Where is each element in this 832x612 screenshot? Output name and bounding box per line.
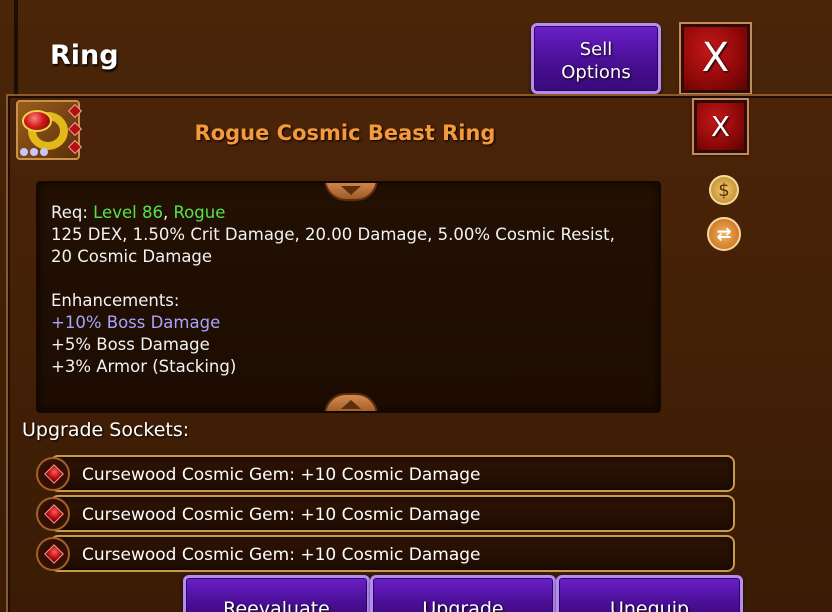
item-description-text: Req: Level 86, Rogue 125 DEX, 1.50% Crit… — [51, 202, 651, 378]
scroll-down-tab[interactable] — [324, 183, 378, 201]
ring-icon — [16, 100, 83, 160]
item-title: Rogue Cosmic Beast Ring — [194, 121, 496, 145]
stats-line: 20 Cosmic Damage — [51, 247, 213, 266]
socket-row[interactable]: Cursewood Cosmic Gem: +10 Cosmic Damage — [50, 535, 735, 572]
socket-label: Cursewood Cosmic Gem: +10 Cosmic Damage — [82, 505, 481, 525]
socket-label: Cursewood Cosmic Gem: +10 Cosmic Damage — [82, 465, 481, 485]
enhancements-heading: Enhancements: — [51, 291, 180, 310]
enhancement-line: +10% Boss Damage — [51, 313, 221, 332]
required-level: Level 86 — [93, 203, 163, 222]
background-window-border — [14, 0, 18, 100]
red-gem-icon — [36, 537, 70, 571]
socket-indicator-icon — [67, 103, 83, 119]
chevron-up-icon — [341, 399, 361, 409]
socket-indicator-icon — [67, 139, 83, 155]
socket-row[interactable]: Cursewood Cosmic Gem: +10 Cosmic Damage — [50, 455, 735, 492]
unequip-button[interactable]: Unequip — [556, 575, 743, 612]
background-window-title: Ring — [50, 40, 119, 71]
dialog-close-button[interactable]: X — [694, 100, 747, 153]
socket-row[interactable]: Cursewood Cosmic Gem: +10 Cosmic Damage — [50, 495, 735, 532]
stats-line: 125 DEX, 1.50% Crit Damage, 20.00 Damage… — [51, 225, 615, 244]
enhancement-line: +3% Armor (Stacking) — [51, 357, 237, 376]
socket-label: Cursewood Cosmic Gem: +10 Cosmic Damage — [82, 545, 481, 565]
red-gem-icon — [36, 457, 70, 491]
reevaluate-button[interactable]: Reevaluate — [183, 575, 370, 612]
money-bag-icon[interactable]: $ — [709, 175, 739, 205]
enhancement-line: +5% Boss Damage — [51, 335, 210, 354]
ring-gem — [22, 110, 52, 132]
item-description-panel[interactable]: Req: Level 86, Rogue 125 DEX, 1.50% Crit… — [36, 181, 661, 413]
rarity-dots — [20, 148, 48, 156]
swap-icon[interactable]: ⇄ — [707, 217, 741, 251]
requirement-line: Req: Level 86, Rogue — [51, 203, 226, 222]
chevron-down-icon — [341, 185, 361, 195]
socket-indicator-icon — [67, 121, 83, 137]
required-class: Rogue — [173, 203, 226, 222]
background-close-button[interactable]: X — [681, 24, 750, 93]
upgrade-sockets-label: Upgrade Sockets: — [22, 419, 190, 441]
red-gem-icon — [36, 497, 70, 531]
sell-options-button[interactable]: Sell Options — [531, 23, 661, 94]
upgrade-button[interactable]: Upgrade — [370, 575, 556, 612]
scroll-up-tab[interactable] — [324, 393, 378, 411]
